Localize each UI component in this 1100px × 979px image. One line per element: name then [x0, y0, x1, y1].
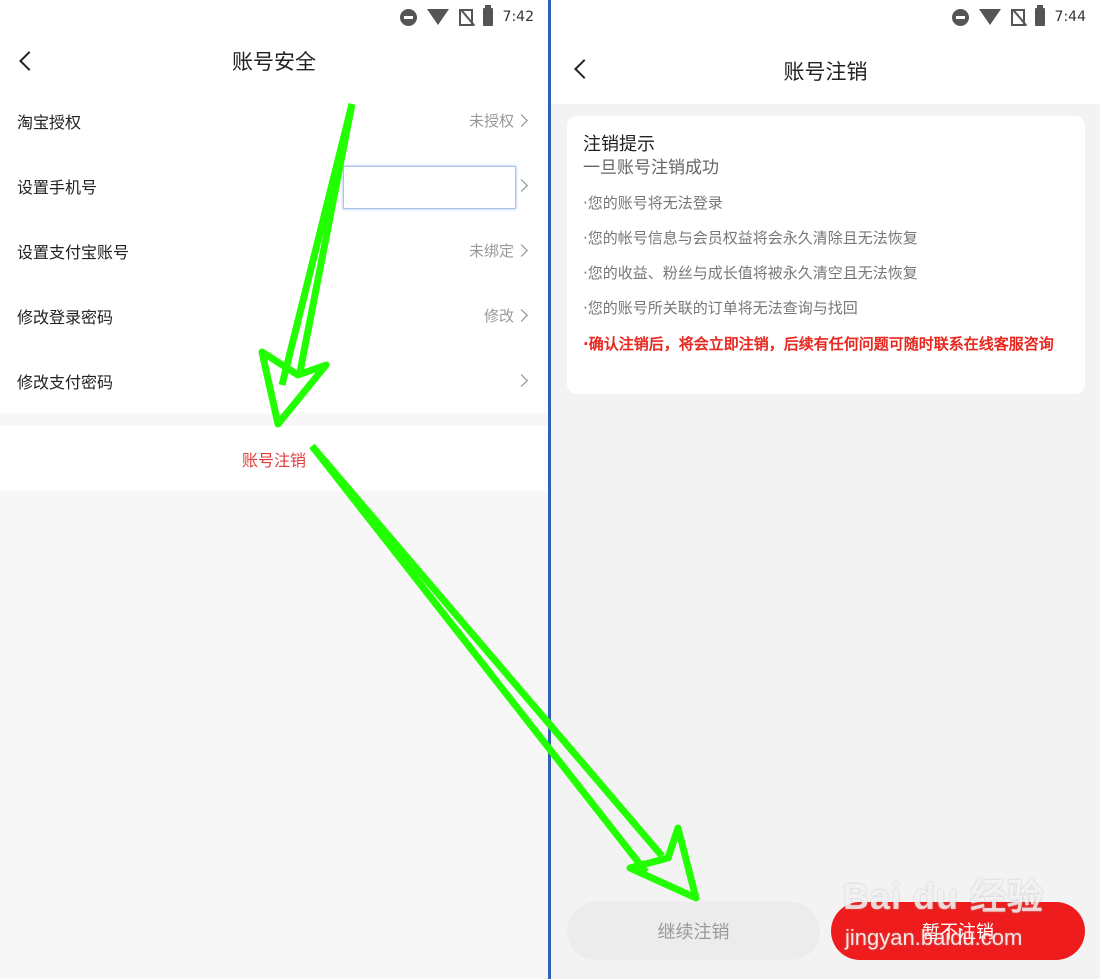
notice-item: ·您的账号所关联的订单将无法查询与找回: [583, 299, 858, 317]
deactivation-notice-card: 注销提示 一旦账号注销成功 ·您的账号将无法登录 ·您的帐号信息与会员权益将会永…: [567, 116, 1085, 394]
notice-item: ·您的收益、粉丝与成长值将被永久清空且无法恢复: [583, 264, 918, 282]
do-not-disturb-icon: [951, 8, 969, 26]
chevron-right-icon: [515, 114, 528, 127]
status-time: 7:44: [1054, 9, 1086, 25]
status-bar: 7:42: [0, 0, 548, 34]
row-label: 设置支付宝账号: [17, 242, 130, 262]
notice-item: ·您的账号将无法登录: [583, 194, 723, 212]
continue-deactivation-button[interactable]: 继续注销: [567, 902, 820, 960]
deactivate-account-button[interactable]: 账号注销: [0, 426, 548, 491]
row-label: 修改支付密码: [17, 372, 114, 392]
settings-list: 淘宝授权 未授权 设置手机号 设置支付宝账号 未绑定 修改登录密码 修改 修改支…: [0, 88, 548, 413]
row-change-login-password[interactable]: 修改登录密码 修改: [0, 283, 548, 348]
page-title: 账号注销: [783, 60, 868, 84]
row-taobao-authorization[interactable]: 淘宝授权 未授权: [0, 88, 548, 153]
chevron-right-icon: [515, 309, 528, 322]
wifi-icon: [978, 9, 1001, 25]
row-set-alipay-account[interactable]: 设置支付宝账号 未绑定: [0, 218, 548, 283]
battery-icon: [482, 5, 493, 26]
chevron-right-icon: [515, 374, 528, 387]
chevron-right-icon: [515, 244, 528, 257]
status-bar: 7:44: [551, 0, 1100, 34]
notice-item: ·您的帐号信息与会员权益将会永久清除且无法恢复: [583, 229, 918, 247]
wifi-icon: [426, 9, 449, 25]
no-sim-icon: [1010, 8, 1025, 26]
baidu-watermark-logo: Bai du 经验: [843, 876, 1045, 917]
row-label: 设置手机号: [17, 177, 98, 197]
account-deactivation-screen: 7:44 账号注销 注销提示 一旦账号注销成功 ·您的账号将无法登录 ·您的帐号…: [551, 0, 1100, 979]
notice-title: 注销提示: [583, 134, 655, 155]
chevron-right-icon: [515, 179, 528, 192]
notice-subtitle: 一旦账号注销成功: [583, 158, 719, 178]
battery-icon: [1034, 5, 1045, 26]
row-label: 修改登录密码: [17, 307, 114, 327]
row-value: 修改: [483, 307, 514, 325]
row-change-payment-password[interactable]: 修改支付密码: [0, 348, 548, 413]
redacted-phone-box: [343, 166, 516, 209]
no-sim-icon: [458, 8, 473, 26]
account-security-screen: 7:42 账号安全 淘宝授权 未授权 设置手机号 设置支付宝账号 未绑定 修改登…: [0, 0, 548, 979]
row-label: 淘宝授权: [17, 112, 82, 132]
notice-warning: ·确认注销后，将会立即注销，后续有任何问题可随时联系在线客服咨询: [583, 335, 1054, 353]
status-time: 7:42: [502, 9, 534, 25]
row-value: 未授权: [468, 112, 514, 130]
baidu-watermark-url: jingyan.baidu.com: [845, 925, 1023, 950]
row-value: 未绑定: [468, 242, 514, 260]
page-title: 账号安全: [232, 50, 316, 74]
do-not-disturb-icon: [399, 8, 417, 26]
nav-bar: 账号安全: [0, 34, 548, 92]
nav-bar: 账号注销: [551, 34, 1100, 104]
